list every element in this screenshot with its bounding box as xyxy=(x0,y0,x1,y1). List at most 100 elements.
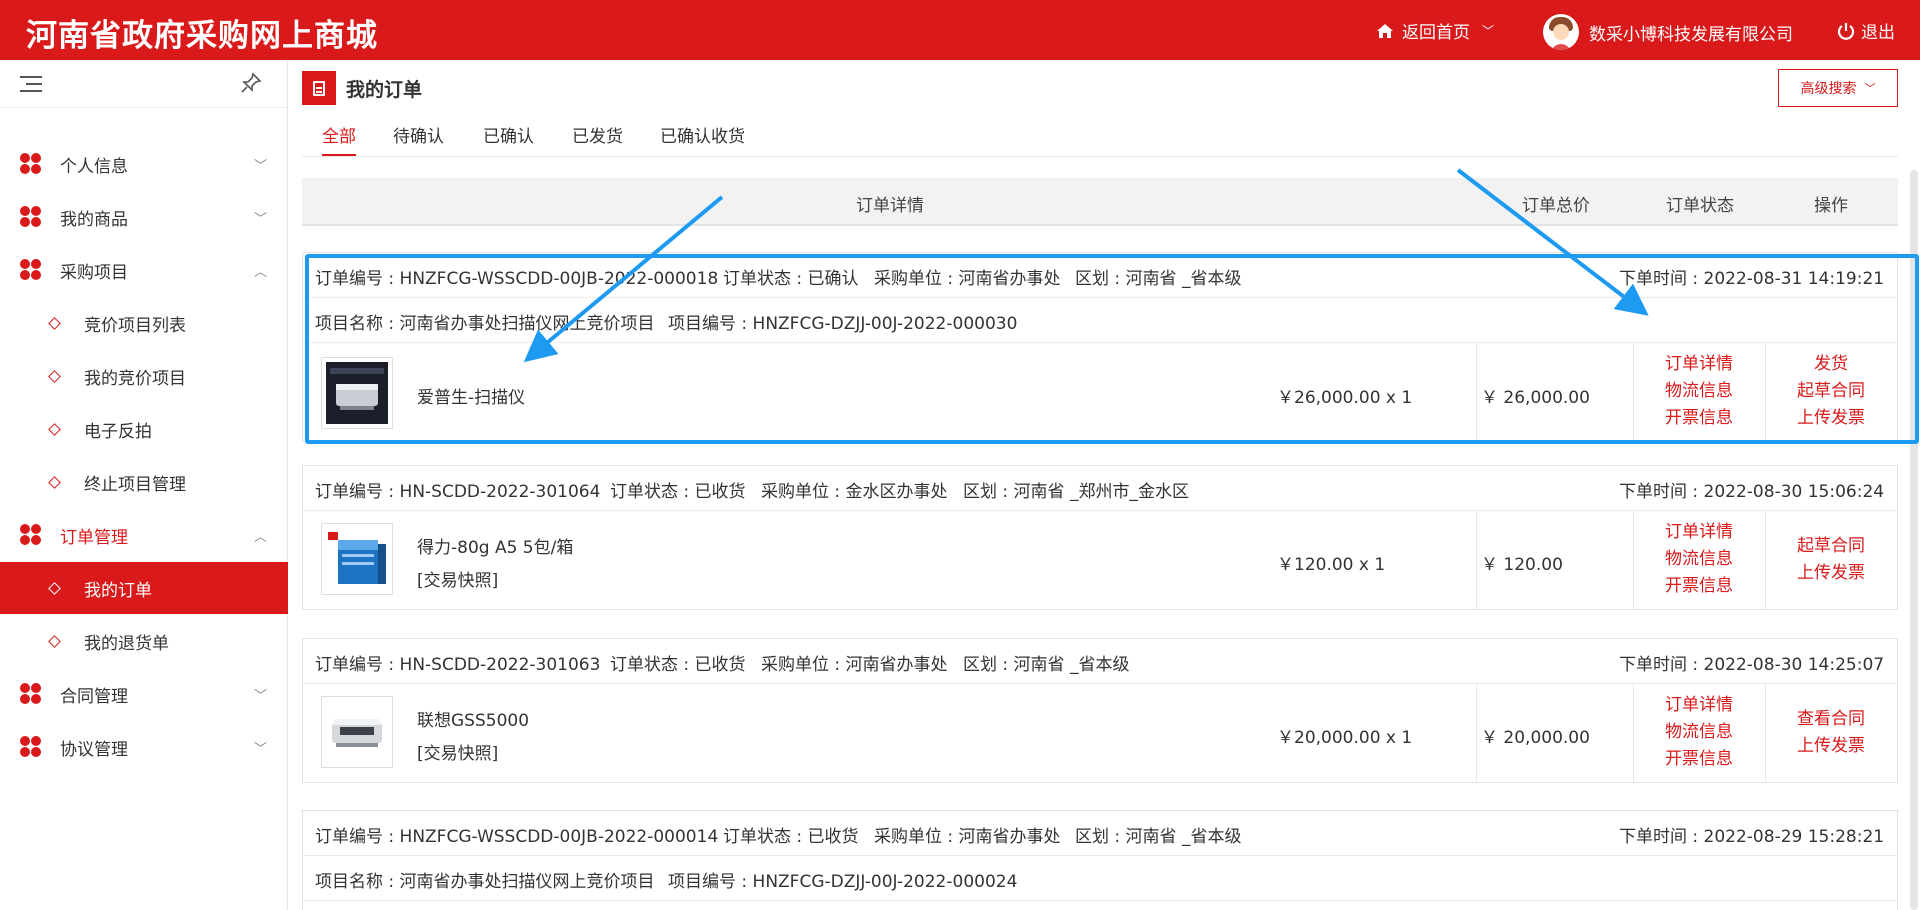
order-number: 订单编号 : HNZFCG-WSSCDD-00JB-2022-000018 xyxy=(315,269,719,289)
order-detail-link[interactable]: 订单详情 xyxy=(1633,519,1765,546)
sidebar-item-label: 个人信息 xyxy=(60,156,128,177)
chevron-down-icon: ﹀ xyxy=(254,211,268,227)
table-header: 订单详情 订单总价 订单状态 操作 xyxy=(302,178,1898,226)
order-detail-link[interactable]: 订单详情 xyxy=(1633,692,1765,719)
ship-button[interactable]: 发货 xyxy=(1765,351,1897,378)
user-name: 数采小博科技发展有限公司 xyxy=(1589,24,1793,45)
trade-snapshot-link[interactable]: [交易快照] xyxy=(417,566,498,591)
order-project-row: 项目名称 : 河南省办事处扫描仪网上竞价项目 项目编号 : HNZFCG-DZJ… xyxy=(303,856,1897,901)
product-name[interactable]: 爱普生-扫描仪 xyxy=(417,383,525,408)
clover-icon xyxy=(20,736,42,758)
diamond-icon xyxy=(48,369,61,383)
home-icon xyxy=(1377,23,1393,38)
order-region: 区划 : 河南省 _省本级 xyxy=(1075,827,1242,847)
menu-toggle-icon[interactable] xyxy=(20,74,44,94)
order-links: 订单详情 物流信息 开票信息 xyxy=(1633,692,1765,773)
logistics-link[interactable]: 物流信息 xyxy=(1633,378,1765,405)
sidebar-item-label: 电子反拍 xyxy=(84,421,152,442)
sidebar-item-label: 合同管理 xyxy=(60,686,128,707)
logistics-link[interactable]: 物流信息 xyxy=(1633,719,1765,746)
sidebar: 个人信息 ﹀ 我的商品 ﹀ 采购项目 ︿ 竞价项目列表 我的竞价项目 电子反拍 … xyxy=(0,60,288,910)
product-image[interactable] xyxy=(321,523,393,595)
chevron-down-icon: ﹀ xyxy=(254,158,268,174)
sidebar-item-procurement[interactable]: 采购项目 ︿ xyxy=(0,244,288,296)
sidebar-item-label: 我的商品 xyxy=(60,209,128,230)
sidebar-item-label: 我的订单 xyxy=(84,580,152,601)
sidebar-item-my-bidding[interactable]: 我的竞价项目 xyxy=(0,350,288,402)
upload-invoice-button[interactable]: 上传发票 xyxy=(1765,733,1897,760)
diamond-icon xyxy=(48,581,61,595)
upload-invoice-button[interactable]: 上传发票 xyxy=(1765,405,1897,432)
header-order-status: 订单状态 xyxy=(1666,196,1734,216)
upload-invoice-button[interactable]: 上传发票 xyxy=(1765,560,1897,587)
order-detail-link[interactable]: 订单详情 xyxy=(1633,351,1765,378)
home-menu[interactable]: 返回首页 ﹀ xyxy=(1376,18,1494,43)
order-operations: 发货 起草合同 上传发票 xyxy=(1765,351,1897,432)
order-links: 订单详情 物流信息 开票信息 xyxy=(1633,519,1765,600)
order-product-row: 联想GSS5000 [交易快照] ￥20,000.00 x 1 ￥ 20,000… xyxy=(303,684,1897,782)
avatar xyxy=(1543,14,1579,50)
invoice-info-link[interactable]: 开票信息 xyxy=(1633,573,1765,600)
trade-snapshot-link[interactable]: [交易快照] xyxy=(417,739,498,764)
clover-icon xyxy=(20,683,42,705)
clover-icon xyxy=(20,206,42,228)
sidebar-item-my-orders[interactable]: 我的订单 xyxy=(0,562,288,614)
sidebar-item-my-products[interactable]: 我的商品 ﹀ xyxy=(0,191,288,243)
order-meta-row: 订单编号 : HNZFCG-WSSCDD-00JB-2022-000014 订单… xyxy=(303,811,1897,856)
product-image[interactable] xyxy=(321,357,393,429)
sidebar-item-personal-info[interactable]: 个人信息 ﹀ xyxy=(0,138,288,190)
tab-pending[interactable]: 待确认 xyxy=(393,122,444,160)
draft-contract-button[interactable]: 起草合同 xyxy=(1765,533,1897,560)
draft-contract-button[interactable]: 起草合同 xyxy=(1765,378,1897,405)
clover-icon xyxy=(20,259,42,281)
sidebar-item-label: 订单管理 xyxy=(60,527,128,548)
order-card: 订单编号 : HNZFCG-WSSCDD-00JB-2022-000014 订单… xyxy=(302,810,1898,910)
user-menu[interactable]: 数采小博科技发展有限公司 xyxy=(1543,14,1793,50)
sidebar-item-terminated-projects[interactable]: 终止项目管理 xyxy=(0,456,288,508)
order-buyer: 采购单位 : 河南省办事处 xyxy=(761,655,948,675)
order-status: 订单状态 : 已收货 xyxy=(610,655,746,675)
sidebar-item-my-returns[interactable]: 我的退货单 xyxy=(0,615,288,667)
order-total: ￥ 120.00 xyxy=(1481,555,1563,575)
site-brand[interactable]: 河南省政府采购网上商城 xyxy=(26,10,378,55)
invoice-info-link[interactable]: 开票信息 xyxy=(1633,405,1765,432)
tab-received[interactable]: 已确认收货 xyxy=(660,122,745,160)
product-name[interactable]: 得力-80g A5 5包/箱 xyxy=(417,533,573,558)
view-contract-button[interactable]: 查看合同 xyxy=(1765,706,1897,733)
order-time: 下单时间 : 2022-08-29 15:28:21 xyxy=(1619,827,1885,847)
sidebar-item-bidding-list[interactable]: 竞价项目列表 xyxy=(0,297,288,349)
tab-all[interactable]: 全部 xyxy=(322,122,356,160)
product-image[interactable] xyxy=(321,696,393,768)
order-region: 区划 : 河南省 _郑州市_金水区 xyxy=(963,482,1189,502)
order-region: 区划 : 河南省 _省本级 xyxy=(963,655,1130,675)
sidebar-item-label: 协议管理 xyxy=(60,739,128,760)
order-card: 订单编号 : HN-SCDD-2022-301063 订单状态 : 已收货 采购… xyxy=(302,638,1898,783)
tab-shipped[interactable]: 已发货 xyxy=(572,122,623,160)
main-content: 我的订单 高级搜索 ﹀ 全部 待确认 已确认 已发货 已确认收货 订单详情 订单… xyxy=(302,60,1905,910)
order-product-row: 得力-80g A5 5包/箱 [交易快照] ￥120.00 x 1 ￥ 120.… xyxy=(303,511,1897,609)
project-number: 项目编号 : HNZFCG-DZJJ-00J-2022-000030 xyxy=(668,314,1018,334)
page-scrollbar[interactable] xyxy=(1910,170,1918,910)
tab-confirmed[interactable]: 已确认 xyxy=(483,122,534,160)
logout-label: 退出 xyxy=(1861,23,1895,43)
invoice-info-link[interactable]: 开票信息 xyxy=(1633,746,1765,773)
sidebar-item-agreements[interactable]: 协议管理 ﹀ xyxy=(0,721,288,773)
unit-price: ￥120.00 x 1 xyxy=(1277,555,1386,575)
top-bar: 河南省政府采购网上商城 返回首页 ﹀ 数采小博科技发展有限公司 退出 xyxy=(0,0,1920,60)
sidebar-item-label: 竞价项目列表 xyxy=(84,315,186,336)
order-meta-row: 订单编号 : HN-SCDD-2022-301064 订单状态 : 已收货 采购… xyxy=(303,466,1897,511)
order-links: 订单详情 物流信息 开票信息 xyxy=(1633,351,1765,432)
sidebar-item-order-management[interactable]: 订单管理 ︿ xyxy=(0,509,288,561)
product-name[interactable]: 联想GSS5000 xyxy=(417,706,529,731)
order-status: 订单状态 : 已收货 xyxy=(610,482,746,502)
pin-icon[interactable] xyxy=(240,72,262,100)
sidebar-item-reverse-auction[interactable]: 电子反拍 xyxy=(0,403,288,455)
tabs-divider xyxy=(302,156,1898,157)
home-label: 返回首页 xyxy=(1402,23,1470,43)
order-tabs: 全部 待确认 已确认 已发货 已确认收货 xyxy=(302,60,1898,157)
sidebar-item-contracts[interactable]: 合同管理 ﹀ xyxy=(0,668,288,720)
logistics-link[interactable]: 物流信息 xyxy=(1633,546,1765,573)
chevron-up-icon: ︿ xyxy=(254,264,268,280)
logout-button[interactable]: 退出 xyxy=(1837,18,1895,43)
order-total: ￥ 20,000.00 xyxy=(1481,728,1590,748)
